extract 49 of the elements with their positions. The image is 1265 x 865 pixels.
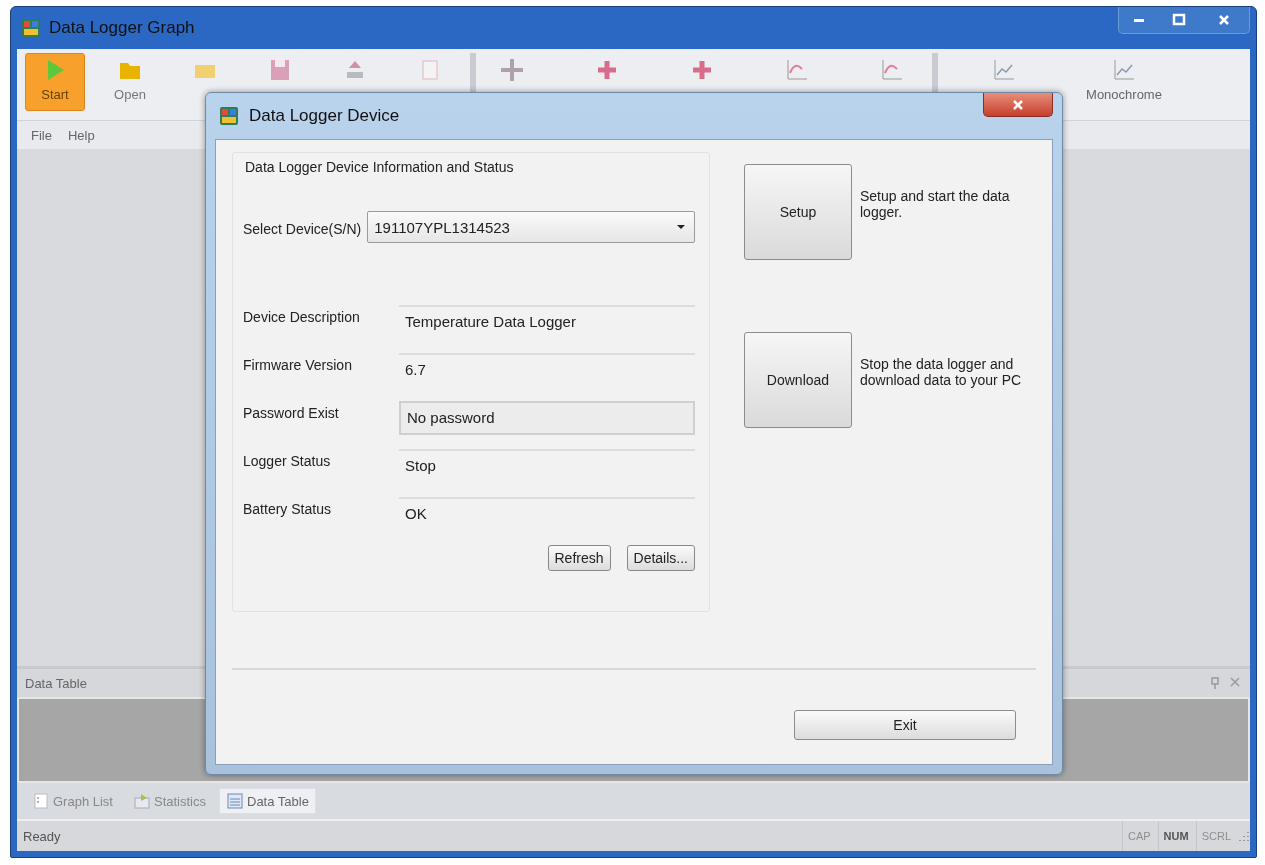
status-text: Ready — [23, 828, 61, 844]
field-value: OK — [399, 497, 695, 531]
field-value: Temperature Data Logger — [399, 305, 695, 339]
pin-icon — [1210, 677, 1220, 689]
window-title: Data Logger Graph — [49, 18, 195, 38]
field-value: 6.7 — [399, 353, 695, 387]
group-title: Data Logger Device Information and Status — [245, 159, 515, 175]
pin-button[interactable] — [1208, 675, 1222, 691]
close-icon — [1230, 677, 1240, 687]
move-icon — [499, 57, 525, 83]
table-icon — [226, 792, 244, 810]
dialog-button[interactable]: Details... — [626, 545, 695, 571]
status-indicator: CAP — [1121, 821, 1156, 851]
action-description: Stop the data logger and download data to your PC — [860, 356, 1023, 388]
panel-title: Data Table — [25, 675, 87, 691]
field-label: Logger Status — [243, 452, 332, 469]
close-icon — [1217, 13, 1231, 27]
toolbar-button[interactable]: Open — [100, 53, 160, 111]
close-button[interactable] — [983, 93, 1053, 117]
status-indicator: SCRL — [1195, 821, 1236, 851]
maximize-icon — [1172, 13, 1186, 27]
dropdown-arrow-icon — [676, 224, 686, 230]
text-field[interactable]: No password — [399, 401, 695, 435]
device-dropdown[interactable]: 191107YPL1314523 — [367, 211, 695, 243]
minimize-icon — [1134, 18, 1144, 22]
status-indicator: NUM — [1157, 821, 1194, 851]
action-description: Setup and start the data logger. — [860, 188, 1011, 220]
field-value: Stop — [399, 449, 695, 483]
tab[interactable]: Statistics — [126, 788, 213, 814]
action-button[interactable]: Setup — [744, 164, 852, 260]
exit-button[interactable]: Exit — [794, 710, 1016, 740]
action-button[interactable]: Download — [744, 332, 852, 428]
toolbar-button[interactable]: Monochrome — [1074, 53, 1174, 111]
toolbar-button[interactable]: Start — [25, 53, 85, 111]
resize-grip-icon — [1238, 830, 1250, 842]
field-label: Password Exist — [243, 404, 340, 421]
app-logo-icon — [219, 106, 239, 126]
app-logo-icon — [21, 18, 41, 38]
close-icon — [1012, 98, 1024, 111]
field-label: Select Device(S/N) — [243, 220, 362, 237]
tab[interactable]: Data Table — [219, 788, 316, 814]
field-label: Battery Status — [243, 500, 332, 517]
menu-item[interactable]: Help — [63, 125, 99, 145]
menu-item[interactable]: File — [27, 125, 56, 145]
list-icon — [32, 792, 50, 810]
field-label: Device Description — [243, 308, 361, 325]
field-label: Firmware Version — [243, 356, 353, 373]
dialog-title: Data Logger Device — [249, 106, 400, 126]
dialog-button[interactable]: Refresh — [547, 545, 611, 571]
